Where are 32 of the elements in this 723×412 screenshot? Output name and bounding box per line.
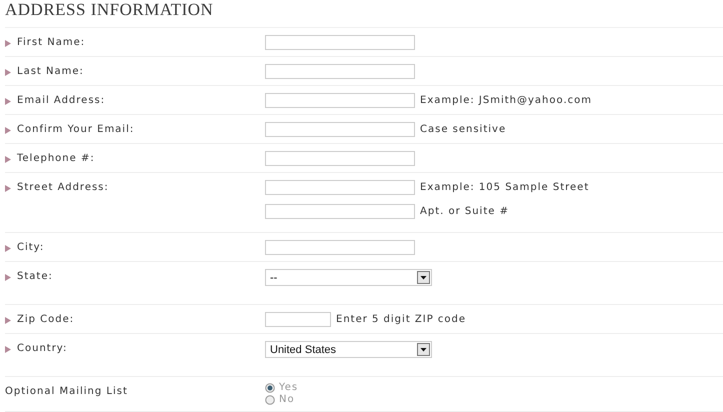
field-label: Country: — [17, 343, 68, 354]
input-field[interactable] — [265, 35, 415, 50]
input-field[interactable] — [265, 204, 415, 219]
input-field[interactable] — [265, 240, 415, 255]
dropdown[interactable]: United States — [265, 341, 432, 358]
input-field[interactable] — [265, 151, 415, 166]
field-label: Confirm Your Email: — [17, 124, 134, 135]
field-hint: Case sensitive — [420, 124, 506, 135]
input-field[interactable] — [265, 93, 415, 108]
radio-button[interactable] — [265, 382, 275, 392]
radio-button[interactable] — [265, 394, 275, 404]
input-field[interactable] — [265, 64, 415, 79]
field-label: First Name: — [17, 37, 86, 48]
radio-label: No — [279, 394, 295, 405]
field-label: Optional Mailing List — [5, 386, 128, 397]
input-field[interactable] — [265, 122, 415, 137]
field-label: State: — [17, 271, 53, 282]
dropdown[interactable]: -- — [265, 269, 432, 286]
field-hint: Example: 105 Sample Street — [420, 182, 590, 193]
field-label: Street Address: — [17, 182, 109, 193]
section-title: ADDRESS INFORMATION — [5, 0, 723, 28]
field-label: Last Name: — [17, 66, 84, 77]
field-label: City: — [17, 242, 44, 253]
radio-label: Yes — [279, 382, 298, 393]
field-label: Telephone #: — [17, 153, 95, 164]
field-hint: Apt. or Suite # — [420, 206, 509, 217]
field-label: Zip Code: — [17, 314, 74, 325]
field-hint: Example: JSmith@yahoo.com — [420, 95, 592, 106]
field-label: Email Address: — [17, 95, 106, 106]
input-field[interactable] — [265, 312, 331, 327]
input-field[interactable] — [265, 180, 415, 195]
field-hint: Enter 5 digit ZIP code — [336, 314, 466, 325]
